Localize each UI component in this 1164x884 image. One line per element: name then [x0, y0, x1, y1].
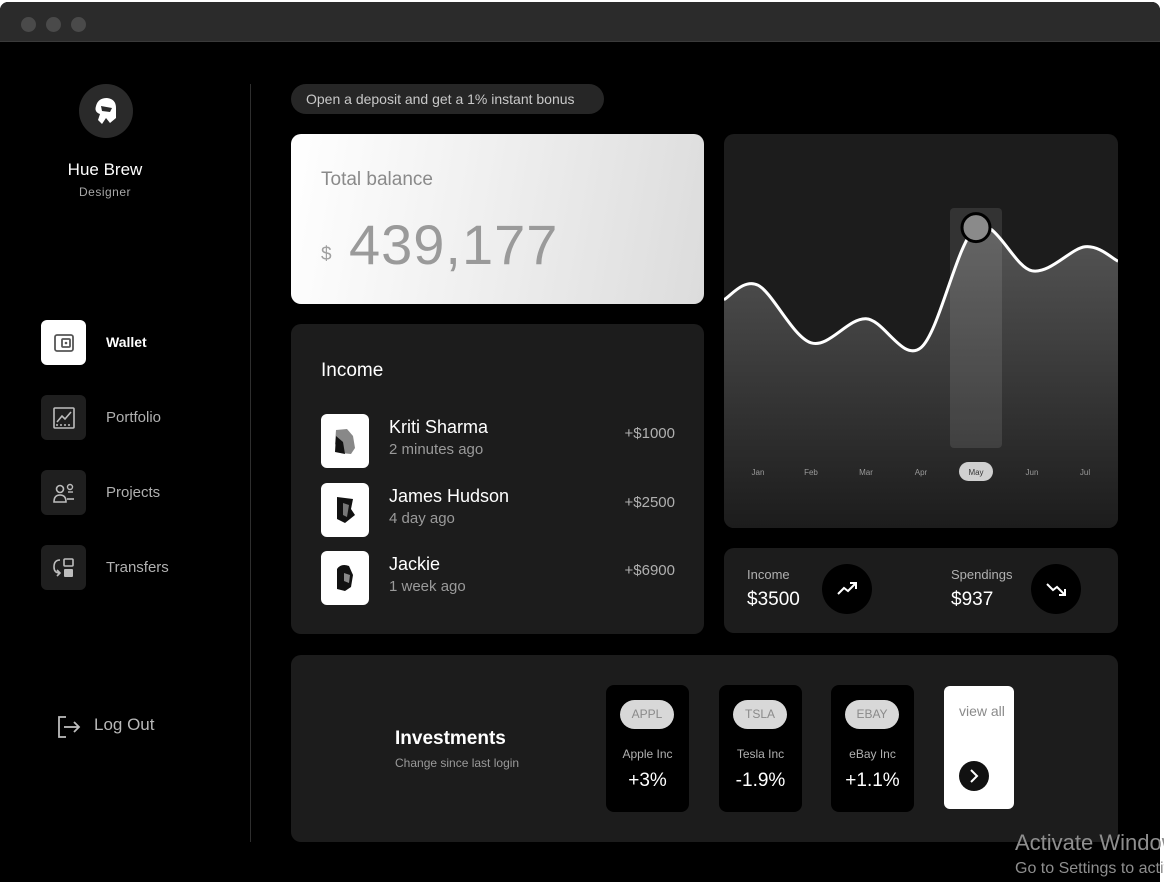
window-close-button[interactable]: [21, 17, 36, 32]
title-bar: [0, 2, 1160, 42]
chart-tick-label[interactable]: Mar: [859, 468, 873, 477]
trend-down-icon: [1046, 583, 1066, 596]
user-role: Designer: [78, 185, 132, 199]
avatar: [321, 483, 369, 537]
chart-icon: [53, 407, 75, 429]
sidebar-item-label: Portfolio: [106, 409, 162, 426]
income-time: 1 week ago: [389, 578, 466, 595]
spendings-stat-label: Spendings: [951, 567, 1013, 582]
windows-activation-watermark: Activate Windows Go to Settings to activ…: [1015, 830, 1164, 878]
income-stat-label: Income: [747, 567, 790, 582]
stock-card-tsla[interactable]: TSLA Tesla Inc -1.9%: [719, 685, 802, 812]
chart-tick-label[interactable]: Apr: [915, 468, 928, 477]
income-row[interactable]: Kriti Sharma 2 minutes ago +$1000: [321, 414, 675, 470]
income-amount: +$6900: [624, 562, 675, 579]
stock-name: eBay Inc: [849, 747, 896, 761]
stock-ticker: EBAY: [845, 700, 899, 729]
view-all-arrow-button[interactable]: [959, 761, 989, 791]
income-amount: +$2500: [624, 494, 675, 511]
stock-ticker: APPL: [620, 700, 674, 729]
balance-amount: 439,177: [349, 213, 559, 276]
sidebar-divider: [250, 84, 251, 842]
stock-name: Apple Inc: [622, 747, 673, 761]
chart-tick-label[interactable]: May: [968, 468, 983, 477]
income-time: 2 minutes ago: [389, 441, 484, 458]
spendings-trend-button[interactable]: [1031, 564, 1081, 614]
trend-up-icon: [837, 582, 857, 595]
promo-banner[interactable]: Open a deposit and get a 1% instant bonu…: [291, 84, 604, 114]
income-title: Income: [321, 360, 384, 381]
person-avatar-icon: [337, 565, 353, 591]
balance-card: Total balance $ 439,177: [291, 134, 704, 304]
income-name: Kriti Sharma: [389, 417, 489, 437]
stock-name: Tesla Inc: [736, 747, 785, 761]
chart-highlight-band: [950, 208, 1002, 448]
chart-area: [724, 225, 1118, 528]
chart-tick-label[interactable]: Feb: [804, 468, 818, 477]
income-trend-button[interactable]: [822, 564, 872, 614]
income-card: Income Kriti Sharma 2 minutes ago +$1000…: [291, 324, 704, 634]
chart-tick-label[interactable]: Jul: [1080, 468, 1090, 477]
stock-ticker: TSLA: [733, 700, 787, 729]
investments-subtitle: Change since last login: [395, 756, 520, 770]
user-name: Hue Brew: [67, 160, 143, 179]
logout-icon: [58, 716, 81, 738]
wallet-icon: [54, 334, 74, 352]
view-all-label: view all: [959, 703, 1005, 719]
income-stat-value: $3500: [747, 589, 800, 610]
balance-title: Total balance: [321, 169, 433, 190]
chart-tick-label[interactable]: Jun: [1026, 468, 1039, 477]
chart-tick-label[interactable]: Jan: [752, 468, 765, 477]
spendings-stat-value: $937: [951, 589, 994, 610]
chevron-right-icon: [970, 769, 979, 783]
projects-icon: [53, 483, 74, 503]
watermark-line2: Go to Settings to activate Windows.: [1015, 860, 1164, 877]
view-all-button[interactable]: view all: [944, 686, 1014, 809]
area-chart: Jan Feb Mar Apr May Jun Jul: [724, 208, 1118, 528]
investments-card: Investments Change since last login APPL…: [291, 655, 1118, 842]
stock-change: +3%: [628, 770, 667, 791]
avatar: [321, 414, 369, 468]
window-maximize-button[interactable]: [71, 17, 86, 32]
balance-currency: $: [321, 244, 332, 265]
sidebar-item-portfolio[interactable]: Portfolio: [41, 395, 221, 441]
stats-card: Income $3500 Spendings $937: [724, 548, 1118, 633]
income-row[interactable]: Jackie 1 week ago +$6900: [321, 551, 675, 607]
income-name: James Hudson: [389, 486, 510, 506]
watermark-line1: Activate Windows: [1015, 830, 1164, 855]
person-avatar-icon: [337, 497, 355, 523]
sidebar-item-label: Projects: [106, 484, 161, 501]
income-row[interactable]: James Hudson 4 day ago +$2500: [321, 483, 675, 539]
person-avatar-icon: [335, 429, 355, 454]
logout-button[interactable]: Log Out: [56, 712, 176, 742]
stock-card-ebay[interactable]: EBAY eBay Inc +1.1%: [831, 685, 914, 812]
income-amount: +$1000: [624, 425, 675, 442]
sidebar-item-transfers[interactable]: Transfers: [41, 545, 221, 591]
income-time: 4 day ago: [389, 510, 455, 527]
income-name: Jackie: [389, 554, 441, 574]
transfers-icon: [53, 558, 74, 577]
sidebar-item-projects[interactable]: Projects: [41, 470, 221, 516]
stock-change: -1.9%: [735, 770, 786, 791]
avatar: [321, 551, 369, 605]
sidebar-item-wallet[interactable]: Wallet: [41, 320, 221, 366]
sidebar-item-label: Wallet: [106, 334, 147, 350]
chart-point-marker[interactable]: [960, 212, 992, 244]
app-window: Hue Brew Designer Wallet Portfolio Proje…: [0, 2, 1160, 882]
balance-chart: Jan Feb Mar Apr May Jun Jul: [724, 134, 1118, 528]
investments-title: Investments: [395, 728, 506, 749]
stock-change: +1.1%: [845, 770, 900, 791]
avatar[interactable]: [79, 84, 133, 138]
window-minimize-button[interactable]: [46, 17, 61, 32]
logout-label: Log Out: [94, 715, 155, 734]
stock-card-appl[interactable]: APPL Apple Inc +3%: [606, 685, 689, 812]
sidebar-item-label: Transfers: [106, 559, 169, 576]
user-avatar-icon: [95, 98, 116, 124]
